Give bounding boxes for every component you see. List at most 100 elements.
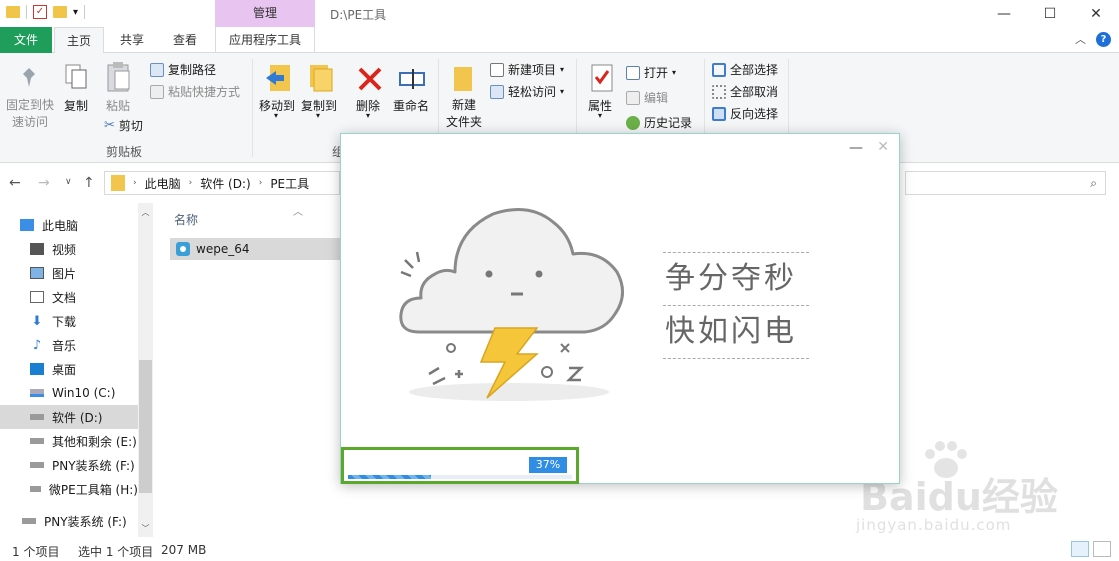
window-title: D:\PE工具 bbox=[330, 8, 387, 22]
tab-view[interactable]: 查看 bbox=[160, 27, 210, 53]
sidebar-item-drive-d[interactable]: 软件 (D:) bbox=[0, 405, 138, 429]
progress-percent-label: 37% bbox=[529, 457, 567, 473]
easy-access-icon bbox=[490, 84, 504, 99]
dialog-minimize-button[interactable]: — bbox=[849, 140, 863, 156]
sidebar-item-music[interactable]: ♪ 音乐 bbox=[0, 333, 138, 357]
move-to-dropdown-icon[interactable]: ▾ bbox=[274, 111, 278, 120]
maximize-button[interactable]: ☐ bbox=[1027, 0, 1073, 27]
sidebar-item-videos[interactable]: 视频 bbox=[0, 237, 138, 261]
sidebar-item-downloads[interactable]: ⬇ 下载 bbox=[0, 309, 138, 333]
scroll-up-icon[interactable]: ︿ bbox=[138, 205, 153, 220]
divider bbox=[84, 5, 86, 19]
recent-dropdown-icon[interactable]: ∨ bbox=[65, 177, 72, 187]
tab-share[interactable]: 共享 bbox=[108, 27, 156, 53]
collapse-ribbon-icon[interactable]: ︿ bbox=[1075, 31, 1086, 47]
column-header-name[interactable]: 名称 bbox=[174, 211, 198, 228]
copy-to-dropdown-icon[interactable]: ▾ bbox=[316, 111, 320, 120]
large-icons-view-icon[interactable] bbox=[1093, 541, 1111, 557]
new-folder-button[interactable]: 新建 文件夹 bbox=[444, 97, 484, 131]
delete-dropdown-icon[interactable]: ▾ bbox=[366, 111, 370, 120]
edit-button[interactable]: 编辑 bbox=[626, 89, 668, 106]
customize-dropdown-icon[interactable]: ▾ bbox=[73, 7, 78, 18]
invert-selection-button[interactable]: 反向选择 bbox=[712, 105, 778, 122]
sidebar-item-pictures[interactable]: 图片 bbox=[0, 261, 138, 285]
properties-dropdown-icon[interactable]: ▾ bbox=[598, 111, 602, 120]
select-all-button[interactable]: 全部选择 bbox=[712, 61, 778, 78]
sort-ascending-icon: ︿ bbox=[293, 207, 303, 218]
sidebar-item-desktop[interactable]: 桌面 bbox=[0, 357, 138, 381]
download-icon: ⬇ bbox=[31, 313, 43, 329]
status-bar: 1 个项目 选中 1 个项目 207 MB bbox=[0, 537, 1119, 561]
progress-bar bbox=[348, 475, 572, 479]
rename-button[interactable]: 重命名 bbox=[392, 97, 430, 114]
invert-selection-icon bbox=[712, 106, 726, 121]
cut-button[interactable]: ✂ 剪切 bbox=[104, 117, 143, 134]
divider bbox=[663, 358, 809, 359]
drive-icon bbox=[30, 486, 41, 492]
folder-icon[interactable] bbox=[6, 6, 20, 18]
paste-shortcut-button[interactable]: 粘贴快捷方式 bbox=[150, 83, 240, 100]
sidebar-item-drive-e[interactable]: 其他和剩余 (E:) bbox=[0, 429, 138, 453]
close-button[interactable]: ✕ bbox=[1073, 0, 1119, 27]
copy-path-button[interactable]: 复制路径 bbox=[150, 61, 216, 78]
scroll-thumb[interactable] bbox=[139, 360, 152, 493]
address-bar[interactable]: › 此电脑 › 软件 (D:) › PE工具 bbox=[104, 171, 340, 195]
properties-check-icon[interactable]: ✓ bbox=[33, 5, 47, 19]
sidebar-item-drive-h[interactable]: 微PE工具箱 (H:) bbox=[0, 477, 138, 501]
chevron-right-icon: › bbox=[188, 178, 193, 188]
copy-button[interactable]: 复制 bbox=[62, 97, 90, 114]
documents-icon bbox=[30, 291, 44, 303]
forward-arrow-icon[interactable]: → bbox=[38, 175, 50, 191]
chevron-right-icon: › bbox=[258, 178, 263, 188]
history-icon bbox=[626, 115, 640, 130]
search-input[interactable]: ⌕ bbox=[905, 171, 1106, 195]
breadcrumb-item[interactable]: PE工具 bbox=[270, 175, 309, 192]
system-drive-icon bbox=[30, 389, 44, 397]
tab-home[interactable]: 主页 bbox=[54, 27, 104, 54]
minimize-button[interactable]: — bbox=[981, 0, 1027, 27]
list-item[interactable]: wepe_64 bbox=[170, 238, 345, 260]
slogan-line-1: 争分夺秒 bbox=[665, 261, 797, 296]
sidebar-item-drive-f-removable[interactable]: PNY装系统 (F:) bbox=[0, 509, 138, 533]
ribbon-tabs: 文件 主页 共享 查看 应用程序工具 ︿ ? bbox=[0, 27, 1119, 54]
new-folder-icon[interactable] bbox=[53, 6, 67, 18]
move-to-icon bbox=[264, 63, 292, 93]
open-button[interactable]: 打开 ▾ bbox=[626, 64, 676, 81]
desktop-icon bbox=[30, 363, 44, 375]
scroll-down-icon[interactable]: ﹀ bbox=[138, 521, 153, 536]
details-view-icon[interactable] bbox=[1071, 541, 1089, 557]
history-button[interactable]: 历史记录 bbox=[626, 114, 692, 131]
quick-access-toolbar: ✓ ▾ bbox=[6, 5, 86, 19]
thunder-cloud-illustration bbox=[399, 208, 624, 401]
pin-to-quick-access-button[interactable]: 固定到快速访问 bbox=[4, 97, 56, 131]
select-none-button[interactable]: 全部取消 bbox=[712, 83, 778, 100]
open-icon bbox=[626, 65, 640, 80]
sidebar-scrollbar[interactable]: ︿ ﹀ bbox=[138, 203, 153, 537]
help-icon[interactable]: ? bbox=[1096, 31, 1111, 47]
back-arrow-icon[interactable]: ← bbox=[9, 175, 21, 191]
chevron-right-icon: › bbox=[133, 178, 137, 188]
copy-icon bbox=[64, 63, 88, 91]
up-arrow-icon[interactable]: ↑ bbox=[83, 175, 95, 191]
paste-button[interactable]: 粘贴 bbox=[104, 97, 132, 114]
title-bar: ✓ ▾ 管理 D:\PE工具 — ☐ ✕ bbox=[0, 0, 1119, 27]
music-icon: ♪ bbox=[32, 337, 42, 353]
divider bbox=[252, 59, 253, 157]
folder-icon bbox=[111, 175, 125, 191]
sidebar-item-this-pc[interactable]: 此电脑 bbox=[0, 213, 138, 237]
sidebar-item-documents[interactable]: 文档 bbox=[0, 285, 138, 309]
sidebar-item-drive-c[interactable]: Win10 (C:) bbox=[0, 381, 138, 405]
drive-icon bbox=[22, 518, 36, 524]
dialog-close-button[interactable]: ✕ bbox=[877, 139, 889, 155]
new-item-button[interactable]: 新建项目 ▾ bbox=[490, 61, 564, 78]
breadcrumb-item[interactable]: 此电脑 bbox=[145, 175, 181, 192]
delete-icon bbox=[356, 65, 384, 93]
disc-app-icon bbox=[176, 242, 190, 256]
tab-file[interactable]: 文件 bbox=[0, 27, 52, 53]
tab-app-tools[interactable]: 应用程序工具 bbox=[215, 27, 315, 53]
sidebar-item-drive-f[interactable]: PNY装系统 (F:) bbox=[0, 453, 138, 477]
easy-access-button[interactable]: 轻松访问 ▾ bbox=[490, 83, 564, 100]
tab-manage[interactable]: 管理 bbox=[215, 0, 315, 27]
file-name: wepe_64 bbox=[196, 242, 250, 256]
breadcrumb-item[interactable]: 软件 (D:) bbox=[200, 175, 250, 192]
